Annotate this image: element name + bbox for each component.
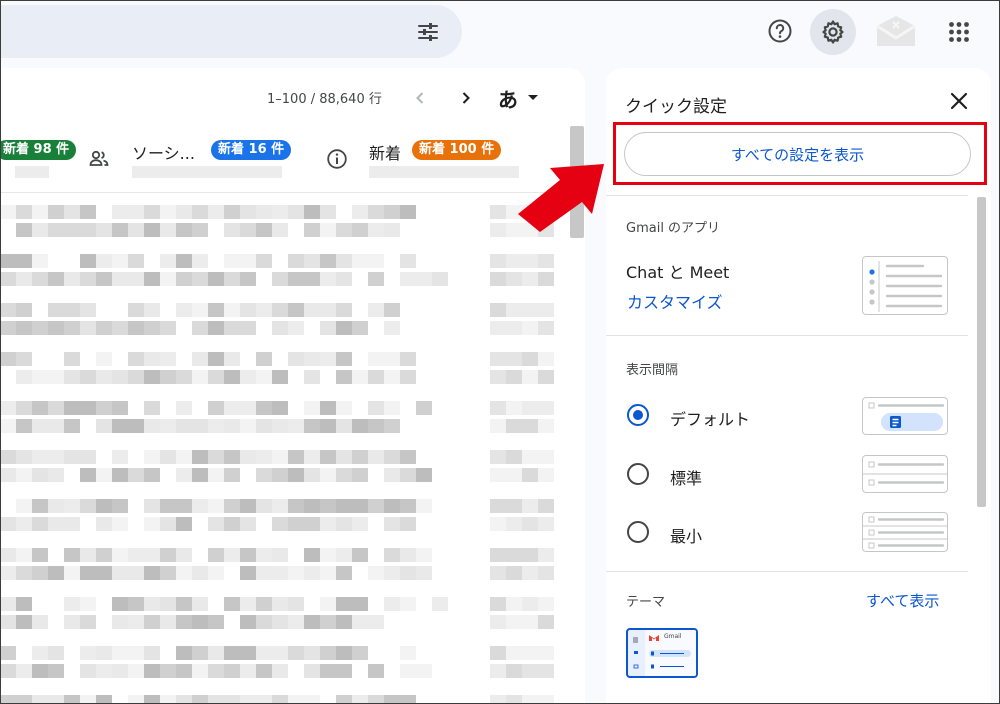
email-row[interactable]: [0, 293, 570, 342]
email-row[interactable]: [0, 587, 570, 636]
page-count: 1–100 / 88,640 行: [267, 92, 382, 107]
tab-updates-snippet: [369, 166, 519, 178]
density-comfortable-radio[interactable]: [627, 463, 649, 485]
density-comfortable-label: 標準: [670, 469, 703, 488]
density-default-radio[interactable]: [627, 404, 649, 426]
see-all-settings-button[interactable]: すべての設定を表示: [624, 132, 971, 176]
tune-icon[interactable]: [406, 10, 450, 54]
email-row[interactable]: [0, 538, 570, 587]
email-row[interactable]: [0, 195, 570, 244]
view-all-themes-link[interactable]: すべて表示: [866, 590, 939, 611]
density-compact-thumbnail: [862, 512, 948, 552]
annotation-arrow: [518, 164, 604, 232]
email-row[interactable]: [0, 440, 570, 489]
close-icon[interactable]: [946, 88, 972, 114]
search-bar[interactable]: [0, 5, 462, 58]
input-tool-label: あ: [498, 87, 518, 112]
quick-settings-title: クイック設定: [625, 97, 727, 117]
apps-section-label: Gmail のアプリ: [626, 221, 721, 236]
tab-social-label[interactable]: ソーシ...: [132, 140, 195, 164]
email-row[interactable]: [0, 489, 570, 538]
tab-primary-badge[interactable]: 新着 98 件: [0, 140, 77, 160]
envelope-logo-icon: [872, 11, 920, 51]
density-compact-radio[interactable]: [627, 521, 649, 543]
density-compact-label: 最小: [670, 527, 703, 546]
theme-default-thumbnail[interactable]: Gmail: [626, 628, 698, 678]
category-tabs: 新着 98 件 ソーシ... 新着 16 件 新着 新着 100 件: [0, 128, 570, 193]
gear-icon[interactable]: [810, 9, 856, 55]
people-icon: [89, 150, 109, 166]
email-row[interactable]: [0, 342, 570, 391]
chat-meet-preview-thumbnail: [862, 256, 948, 315]
theme-thumbnail-text: Gmail: [664, 633, 682, 640]
density-comfortable-thumbnail: [862, 455, 948, 493]
density-section-label: 表示間隔: [626, 363, 679, 378]
chevron-left-icon[interactable]: [408, 86, 432, 110]
divider: [606, 335, 968, 336]
mail-rows-blurred: [0, 195, 570, 704]
caret-down-icon: [528, 95, 538, 100]
email-row[interactable]: [0, 685, 570, 704]
theme-section-label: テーマ: [626, 595, 666, 610]
quick-settings-scrollbar[interactable]: [977, 197, 986, 507]
tab-updates-badge[interactable]: 新着 100 件: [412, 140, 502, 160]
tab-updates-label[interactable]: 新着: [369, 140, 401, 164]
customize-link[interactable]: カスタマイズ: [627, 289, 723, 313]
input-tools-button[interactable]: あ: [498, 84, 546, 112]
chevron-right-icon[interactable]: [454, 86, 478, 110]
density-default-thumbnail: [862, 397, 948, 435]
chat-meet-label: Chat と Meet: [626, 263, 730, 282]
tab-social-badge[interactable]: 新着 16 件: [211, 140, 292, 160]
tab-primary-snippet: [15, 166, 49, 178]
density-default-label: デフォルト: [670, 410, 751, 429]
email-row[interactable]: [0, 244, 570, 293]
tab-social-snippet: [132, 166, 282, 178]
help-circle-icon[interactable]: [758, 9, 802, 53]
apps-grid-icon[interactable]: [937, 10, 981, 54]
divider: [606, 195, 968, 196]
email-row[interactable]: [0, 391, 570, 440]
info-icon: [327, 149, 347, 169]
email-row[interactable]: [0, 636, 570, 685]
divider: [606, 571, 968, 572]
